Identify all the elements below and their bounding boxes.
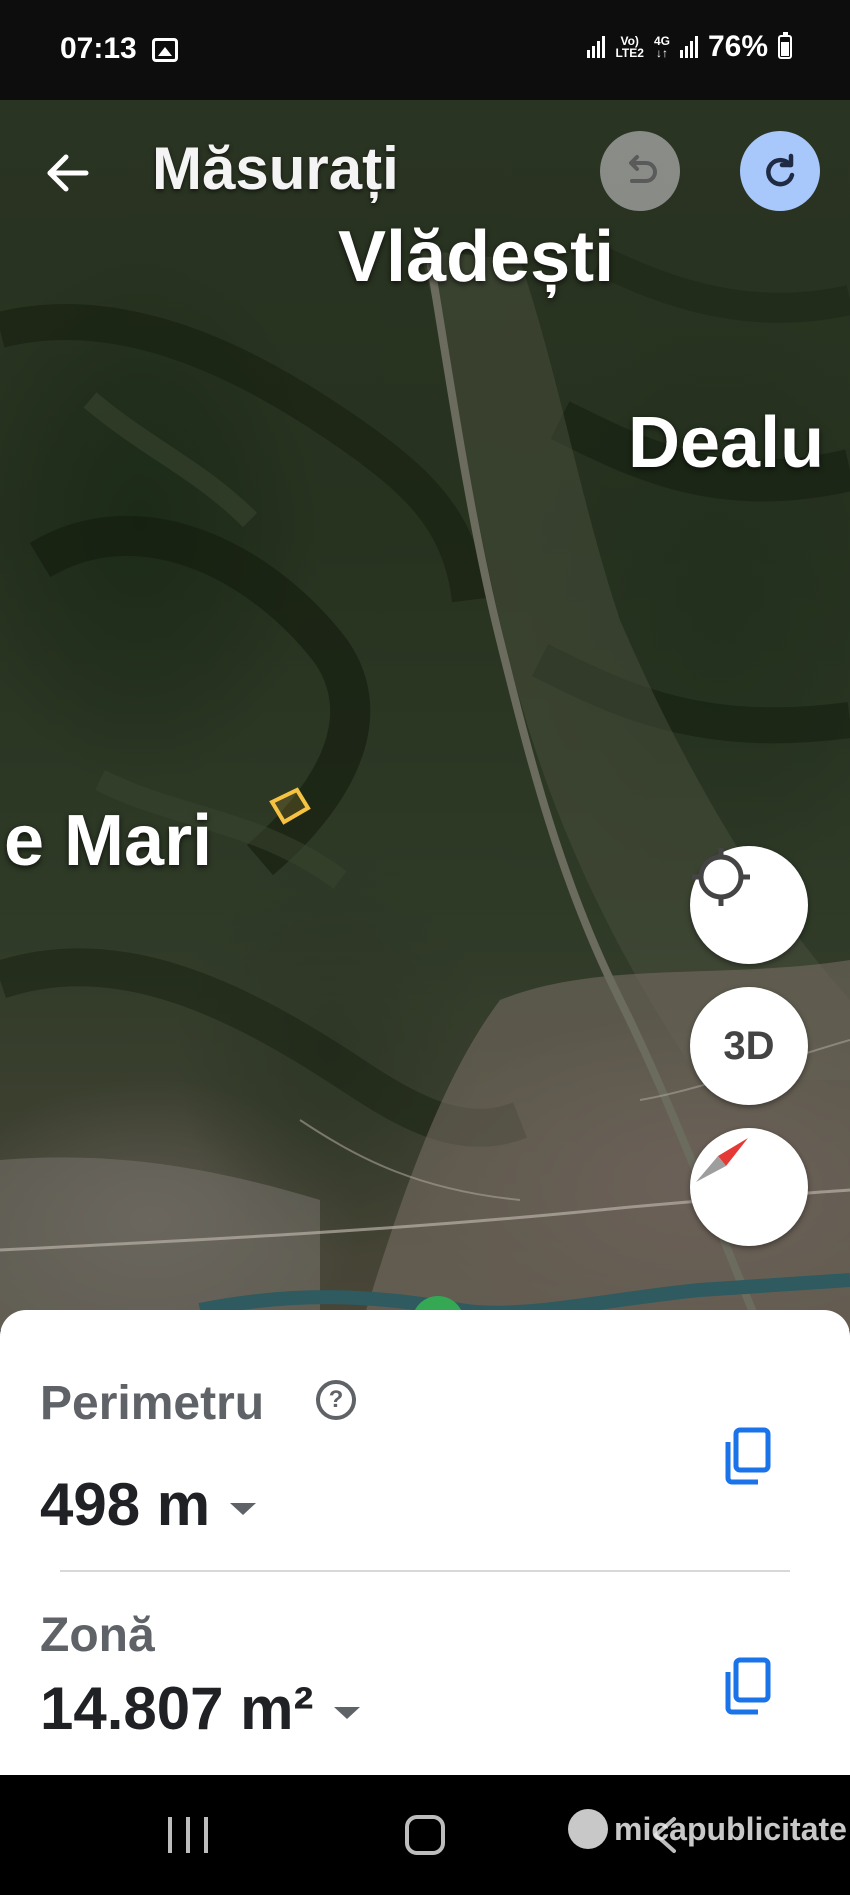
help-icon[interactable]: ? (316, 1380, 356, 1420)
watermark: micapublicitate (568, 1809, 847, 1849)
volte-indicator: Vo) LTE2 (615, 35, 643, 59)
perimeter-unit-dropdown[interactable]: 498 m (40, 1470, 257, 1539)
data-arrows-icon: ↓↑ (655, 46, 668, 60)
home-button[interactable] (405, 1815, 445, 1855)
status-indicators: Vo) LTE2 4G ↓↑ 76% (587, 30, 792, 64)
watermark-logo-icon (568, 1809, 608, 1849)
battery-icon (778, 32, 792, 59)
perimeter-label: Perimetru (40, 1377, 265, 1430)
chevron-down-icon (333, 1706, 360, 1719)
compass-icon (696, 1138, 748, 1182)
volte-line2: LTE2 (615, 46, 644, 60)
redo-button[interactable] (740, 131, 820, 211)
copy-icon (725, 1657, 771, 1715)
copy-perimeter-button[interactable] (722, 1426, 774, 1486)
battery-percent: 76% (707, 30, 768, 63)
watermark-text: micapublicitate (614, 1810, 847, 1847)
signal-icon-2 (679, 36, 698, 58)
redo-icon (766, 153, 795, 187)
area-unit-dropdown[interactable]: 14.807 m² (40, 1674, 360, 1743)
system-navigation-bar: micapublicitate (0, 1775, 850, 1895)
page-title: Măsurați (152, 135, 399, 202)
satellite-map[interactable]: Vlădești Dealu e Mari 3D (0, 0, 850, 1330)
chevron-down-icon (230, 1502, 257, 1515)
place-label-vladesti: Vlădești (338, 217, 615, 297)
arrow-left-icon (47, 154, 89, 192)
crosshair-icon (692, 848, 750, 906)
copy-icon (725, 1427, 771, 1485)
status-time: 07:13 (60, 32, 137, 65)
area-label: Zonă (40, 1609, 155, 1662)
place-label-e-mari: e Mari (4, 801, 213, 881)
divider (60, 1570, 790, 1572)
network-4g-indicator: 4G ↓↑ (654, 35, 670, 59)
signal-icon (587, 36, 606, 58)
area-value: 14.807 m² (40, 1675, 314, 1742)
place-label-dealu: Dealu (628, 403, 825, 483)
compass-button[interactable] (690, 1128, 808, 1246)
undo-button[interactable] (600, 131, 680, 211)
back-button[interactable] (40, 145, 96, 201)
recent-apps-button[interactable] (168, 1817, 208, 1853)
status-bar: 07:13 Vo) LTE2 4G ↓↑ 76% (0, 0, 850, 100)
toggle-3d-button[interactable]: 3D (690, 987, 808, 1105)
perimeter-value: 498 m (40, 1471, 211, 1538)
my-location-button[interactable] (690, 846, 808, 964)
image-notification-icon (152, 38, 178, 62)
measurement-sheet: Perimetru ? 498 m Zonă 14.807 m² (0, 1310, 850, 1775)
copy-area-button[interactable] (722, 1656, 774, 1716)
toggle-3d-label: 3D (723, 1023, 775, 1068)
undo-icon (629, 155, 657, 183)
